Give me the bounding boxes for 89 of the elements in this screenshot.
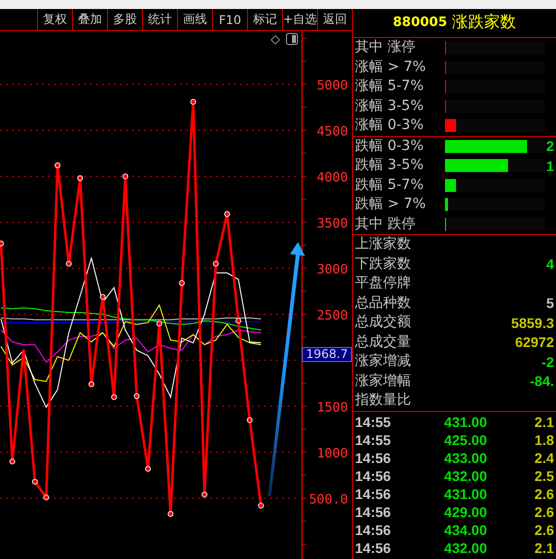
axis-tick-label: 4500 bbox=[316, 124, 348, 140]
data-point bbox=[235, 318, 242, 324]
axis-tick-label: 500.0 bbox=[308, 492, 348, 508]
data-point bbox=[54, 162, 60, 168]
row-label: 涨幅 > 7% bbox=[355, 58, 427, 77]
stat-label: 平盘停牌 bbox=[355, 274, 411, 294]
tick-price: 431.00 bbox=[443, 486, 487, 502]
tick-time: 14:55 bbox=[355, 432, 392, 448]
stat-value: -84. bbox=[530, 373, 554, 390]
data-point bbox=[134, 393, 140, 400]
stat-value: 62972 bbox=[515, 334, 554, 350]
tick-value: 2.5 bbox=[534, 468, 554, 484]
tick-price: 425.00 bbox=[443, 432, 487, 448]
current-value-tag: 1968.7 bbox=[302, 347, 352, 362]
tick-time: 14:56 bbox=[355, 504, 392, 520]
tick-price: 433.00 bbox=[443, 450, 487, 466]
data-point bbox=[202, 492, 208, 498]
data-point bbox=[77, 175, 84, 182]
data-point bbox=[246, 417, 253, 423]
tick-time: 14:56 bbox=[355, 540, 392, 556]
axis-tick-label: 3500 bbox=[316, 216, 348, 232]
stat-label: 涨家增减 bbox=[355, 352, 411, 372]
data-point bbox=[145, 466, 151, 472]
axis-tick-label: 3000 bbox=[316, 262, 348, 278]
tick-value: 2.6 bbox=[534, 522, 554, 538]
diamond-symbol[interactable]: ◇ bbox=[270, 32, 280, 46]
stat-label: 总成交量 bbox=[355, 332, 411, 352]
stat-value: 5859.3 bbox=[511, 314, 554, 331]
data-point bbox=[88, 381, 94, 388]
row-label: 涨幅 5-7% bbox=[355, 77, 425, 96]
row-value: 1 bbox=[545, 158, 554, 174]
row-label: 跌幅 0-3% bbox=[355, 136, 425, 156]
tick-time: 14:56 bbox=[355, 468, 392, 484]
tick-value: 2.6 bbox=[534, 504, 554, 520]
stat-value: 5 bbox=[546, 295, 554, 312]
row-label: 其中 涨停 bbox=[355, 38, 416, 58]
panel-toggle-icon[interactable] bbox=[286, 33, 298, 45]
data-point bbox=[111, 394, 117, 400]
axis-tick-label: 4000 bbox=[316, 170, 348, 186]
row-label: 跌幅 > 7% bbox=[355, 195, 427, 214]
stat-label: 下跌家数 bbox=[355, 254, 411, 274]
axis-tick-label: 1000 bbox=[316, 446, 348, 462]
stat-label: 涨家增幅 bbox=[355, 372, 411, 391]
data-point bbox=[156, 320, 162, 326]
row-value: 2 bbox=[545, 138, 554, 154]
tick-time: 14:56 bbox=[355, 450, 392, 466]
tick-price: 431.00 bbox=[443, 414, 487, 430]
data-point bbox=[190, 98, 196, 105]
data-point bbox=[212, 260, 219, 267]
data-point bbox=[178, 280, 185, 286]
tick-price: 434.00 bbox=[443, 522, 487, 538]
axis-tick-label: 5000 bbox=[316, 78, 348, 94]
row-label: 跌幅 3-5% bbox=[355, 156, 425, 176]
stat-label: 指数量比 bbox=[355, 391, 411, 410]
tick-value: 2.1 bbox=[534, 540, 554, 556]
tick-value: 2.6 bbox=[534, 486, 554, 502]
data-point bbox=[258, 502, 264, 509]
toolbar-button[interactable]: +自选 bbox=[282, 9, 317, 30]
row-label: 涨幅 3-5% bbox=[355, 96, 425, 116]
row-label: 跌幅 5-7% bbox=[355, 176, 425, 195]
row-label: 涨幅 0-3% bbox=[355, 116, 425, 136]
stat-value: -2 bbox=[542, 354, 554, 370]
data-point bbox=[168, 511, 174, 517]
row-label: 其中 跌停 bbox=[355, 214, 416, 234]
tick-time: 14:56 bbox=[355, 486, 392, 502]
axis-tick-label: 1500 bbox=[316, 400, 348, 416]
stat-label: 总品种数 bbox=[355, 294, 411, 313]
data-point bbox=[122, 173, 128, 180]
data-point bbox=[224, 211, 230, 217]
panel-title: 涨跌家数 bbox=[452, 12, 516, 32]
stat-label: 上涨家数 bbox=[355, 235, 411, 254]
data-point bbox=[66, 260, 72, 267]
data-point bbox=[100, 294, 106, 300]
data-point bbox=[0, 240, 4, 246]
data-point bbox=[43, 494, 50, 500]
index-code: 880005 bbox=[392, 14, 448, 30]
tick-value: 1.8 bbox=[534, 432, 554, 448]
stat-label: 总成交额 bbox=[355, 313, 411, 332]
tick-value: 2.1 bbox=[534, 414, 554, 430]
data-point bbox=[9, 458, 16, 464]
tick-time: 14:55 bbox=[355, 414, 392, 430]
axis-tick-label: 2500 bbox=[316, 308, 348, 324]
tick-value: 2.4 bbox=[534, 450, 554, 466]
tick-price: 432.00 bbox=[443, 540, 487, 556]
tick-time: 14:56 bbox=[355, 522, 392, 538]
data-point bbox=[32, 478, 38, 485]
tick-price: 429.00 bbox=[443, 504, 487, 520]
tick-price: 432.00 bbox=[443, 468, 487, 484]
stat-value: 4 bbox=[546, 256, 554, 272]
